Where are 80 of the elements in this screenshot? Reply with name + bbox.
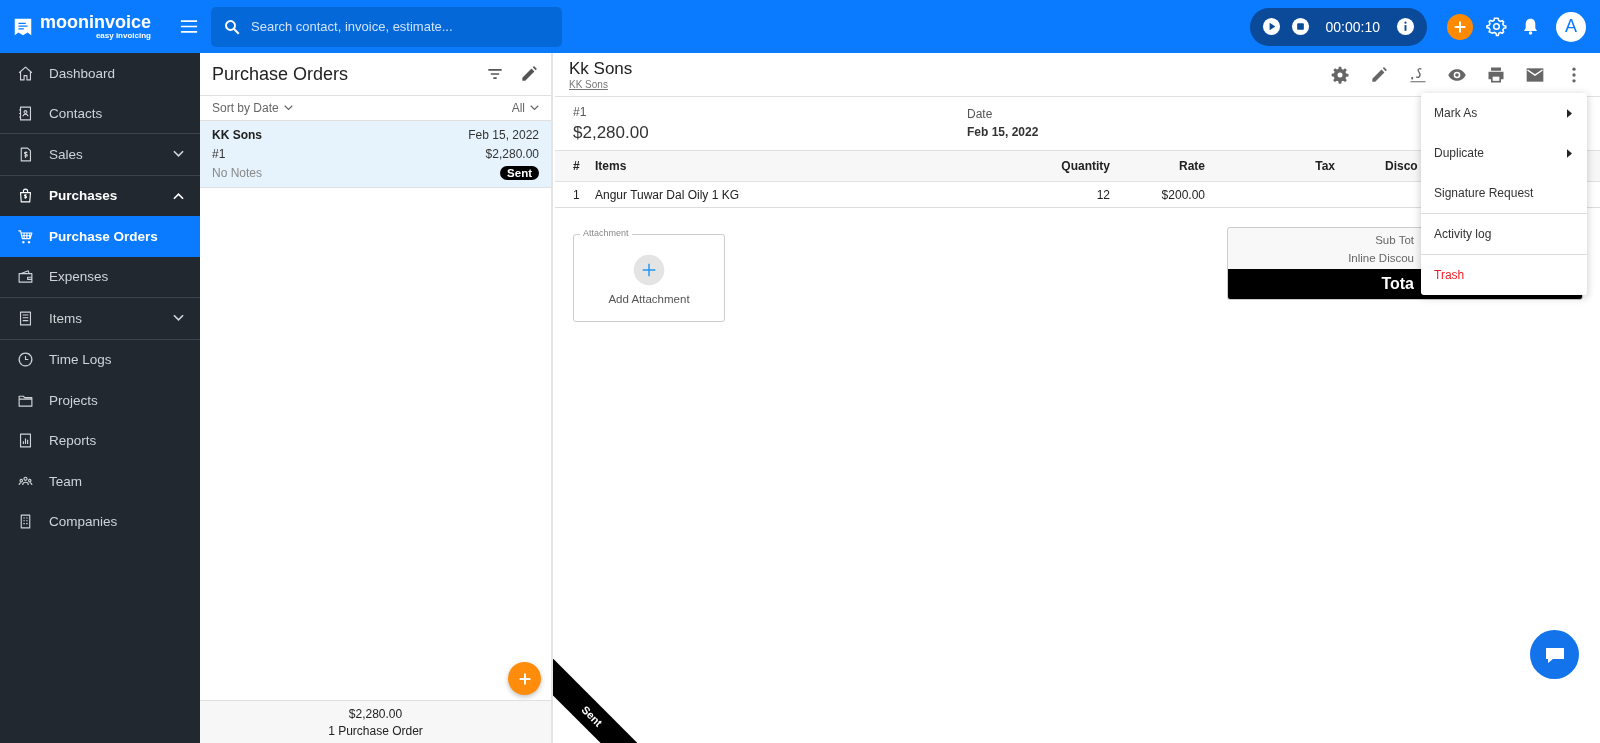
menu-item[interactable]: Signature Request bbox=[1421, 173, 1587, 213]
sidebar-item[interactable]: Reports bbox=[0, 420, 200, 461]
table-cell: $200.00 bbox=[1161, 187, 1205, 202]
contacts-book-icon bbox=[17, 105, 34, 123]
totals-label: Sub Tot bbox=[1375, 234, 1414, 246]
chat-button[interactable] bbox=[1530, 630, 1579, 679]
avatar[interactable]: A bbox=[1556, 11, 1586, 42]
list-icon bbox=[17, 309, 34, 327]
chevron-down-icon bbox=[173, 150, 184, 159]
menu-item[interactable]: Mark As bbox=[1421, 93, 1587, 133]
cart-icon bbox=[17, 227, 34, 245]
stop-icon[interactable] bbox=[1290, 17, 1310, 36]
column-header: Rate bbox=[1179, 159, 1205, 173]
timer-reading: 00:00:10 bbox=[1325, 18, 1380, 35]
column-header: Quantity bbox=[1061, 159, 1111, 173]
home-icon bbox=[17, 64, 34, 82]
sidebar-item[interactable]: Time Logs bbox=[0, 339, 200, 380]
contact-link[interactable]: KK Sons bbox=[569, 79, 1330, 90]
order-number: #1 bbox=[573, 105, 588, 119]
brand-name: mooninvoice bbox=[40, 13, 151, 31]
column-header: # bbox=[573, 159, 581, 173]
date-label: Date bbox=[967, 107, 994, 121]
filter-dropdown[interactable]: All bbox=[511, 101, 539, 115]
menu-item[interactable]: Activity log bbox=[1421, 214, 1587, 254]
column-header: Disco bbox=[1384, 159, 1418, 173]
chevron-up-icon bbox=[173, 191, 184, 200]
order-date: Feb 15, 2022 bbox=[967, 125, 1040, 139]
brand-tagline: easy invoicing bbox=[95, 32, 151, 40]
clock-icon bbox=[17, 351, 34, 369]
play-icon[interactable] bbox=[1261, 17, 1281, 36]
shopping-bag-icon bbox=[17, 187, 34, 205]
menu-item[interactable]: Trash bbox=[1421, 255, 1587, 295]
panel-title: Purchase Orders bbox=[212, 63, 350, 85]
menu-icon[interactable] bbox=[180, 19, 198, 34]
order-amount: $2,280.00 bbox=[484, 147, 539, 161]
menu-item[interactable]: Duplicate bbox=[1421, 133, 1587, 173]
settings-icon[interactable] bbox=[1486, 16, 1507, 37]
table-cell-text: 1 bbox=[573, 187, 581, 202]
add-button[interactable] bbox=[1447, 13, 1473, 40]
sidebar-item[interactable]: Expenses bbox=[0, 256, 200, 297]
attachment-legend: Attachment bbox=[580, 228, 632, 238]
sidebar-item[interactable]: Team bbox=[0, 461, 200, 502]
footer-total: $2,280.00 bbox=[348, 706, 403, 721]
sidebar-item[interactable]: Sales bbox=[0, 134, 200, 175]
chevron-down-icon bbox=[530, 105, 539, 111]
wallet-icon bbox=[17, 268, 34, 286]
order-list-item[interactable]: KK Sons Feb 15, 2022 #1 $2,280.00 No Notes Sent bbox=[200, 121, 551, 188]
sort-dropdown[interactable]: Sort by Date bbox=[212, 101, 293, 115]
order-amount: $2,280.00 bbox=[573, 123, 650, 143]
edit-icon[interactable] bbox=[519, 64, 539, 84]
submenu-arrow-icon bbox=[1567, 148, 1572, 158]
table-cell-text: Angur Tuwar Dal Oily 1 KG bbox=[595, 187, 741, 202]
sidebar-item[interactable]: Purchases bbox=[0, 175, 200, 216]
status-badge: Sent bbox=[500, 166, 539, 180]
sidebar-item[interactable]: Dashboard bbox=[0, 53, 200, 94]
submenu-arrow-icon bbox=[1567, 108, 1572, 118]
info-icon[interactable] bbox=[1396, 17, 1415, 36]
table-cell-text: 12 bbox=[1096, 187, 1111, 202]
footer-count: 1 Purchase Order bbox=[328, 723, 423, 738]
column-header: Items bbox=[595, 159, 628, 173]
settings-icon[interactable] bbox=[1330, 64, 1350, 85]
total-label: Tota bbox=[1381, 275, 1414, 293]
chevron-down-icon bbox=[283, 105, 293, 111]
sidebar-item[interactable]: Purchase Orders bbox=[0, 216, 200, 257]
sidebar-item[interactable]: Projects bbox=[0, 380, 200, 421]
order-date: Feb 15, 2022 bbox=[468, 128, 539, 142]
add-attachment-button[interactable]: Add Attachment bbox=[608, 251, 690, 305]
column-header: Tax bbox=[1315, 159, 1335, 173]
sidebar-item[interactable]: Items bbox=[0, 298, 200, 339]
search-icon bbox=[223, 17, 241, 36]
chevron-down-icon bbox=[173, 314, 184, 323]
totals-label: Inline Discou bbox=[1348, 252, 1414, 264]
detail-title: Kk Sons bbox=[569, 59, 634, 79]
sidebar-item[interactable]: Contacts bbox=[0, 93, 200, 134]
bar-chart-icon bbox=[17, 432, 34, 450]
order-notes: No Notes bbox=[212, 166, 264, 180]
vendor-name: KK Sons bbox=[212, 128, 263, 142]
sidebar-item[interactable]: Companies bbox=[0, 501, 200, 542]
search-field[interactable]: Search contact, invoice, estimate... bbox=[211, 6, 562, 47]
order-number: #1 bbox=[212, 147, 227, 161]
